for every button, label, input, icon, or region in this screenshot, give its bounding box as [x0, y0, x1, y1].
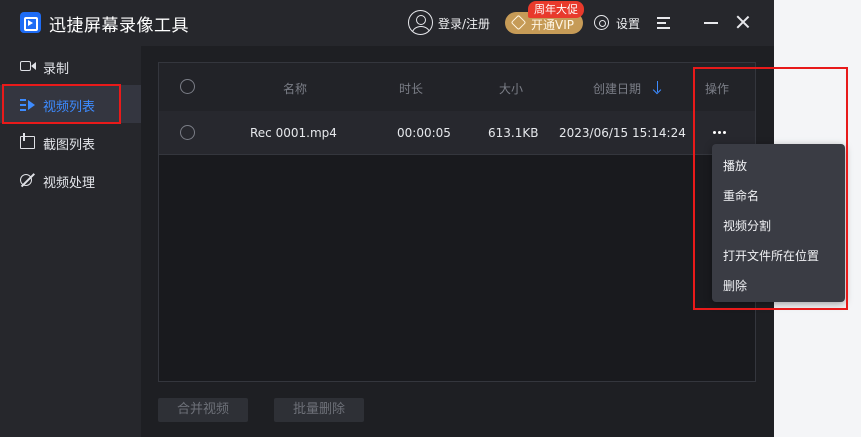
title-bar: 迅捷屏幕录像工具 登录/注册 开通VIP 周年大促 设置 — [0, 0, 774, 46]
select-all-radio[interactable] — [180, 79, 195, 94]
user-icon[interactable] — [408, 10, 433, 35]
table-row[interactable]: Rec 0001.mp4 00:00:05 613.1KB 2023/06/15… — [159, 111, 755, 155]
sidebar: 录制 视频列表 截图列表 视频处理 — [0, 46, 141, 437]
merge-videos-button[interactable]: 合并视频 — [158, 398, 248, 422]
batch-delete-button[interactable]: 批量删除 — [274, 398, 364, 422]
menu-item-rename[interactable]: 重命名 — [723, 187, 759, 204]
sidebar-item-video-process[interactable]: 视频处理 — [0, 161, 141, 199]
cell-name: Rec 0001.mp4 — [250, 126, 337, 140]
video-process-icon — [20, 174, 32, 186]
sidebar-item-label: 视频列表 — [43, 100, 96, 115]
sort-descending-icon[interactable] — [653, 81, 663, 93]
minimize-icon[interactable] — [704, 22, 718, 24]
column-header-name[interactable]: 名称 — [283, 80, 307, 97]
vip-button-label: 开通VIP — [531, 18, 574, 32]
video-list-icon — [20, 98, 35, 111]
menu-item-split-video[interactable]: 视频分割 — [723, 217, 771, 234]
column-header-created[interactable]: 创建日期 — [593, 80, 641, 97]
menu-item-play[interactable]: 播放 — [723, 157, 747, 174]
menu-item-delete[interactable]: 删除 — [723, 277, 747, 294]
more-options-icon[interactable] — [712, 129, 728, 135]
gear-icon[interactable] — [594, 15, 609, 30]
app-logo-icon — [20, 12, 41, 33]
sidebar-item-video-list[interactable]: 视频列表 — [0, 85, 141, 123]
close-icon[interactable] — [736, 15, 750, 29]
cell-created: 2023/06/15 15:14:24 — [559, 126, 686, 140]
promo-badge: 周年大促 — [528, 1, 584, 18]
hamburger-menu-icon[interactable] — [657, 17, 670, 29]
table-header: 名称 时长 大小 创建日期 操作 — [159, 63, 755, 111]
record-icon — [20, 61, 31, 71]
context-menu: 播放 重命名 视频分割 打开文件所在位置 删除 — [712, 144, 845, 302]
login-register-link[interactable]: 登录/注册 — [438, 15, 490, 32]
row-select-radio[interactable] — [180, 125, 195, 140]
sidebar-item-label: 视频处理 — [43, 176, 96, 191]
sidebar-item-label: 录制 — [43, 62, 70, 77]
sidebar-item-screenshot-list[interactable]: 截图列表 — [0, 123, 141, 161]
column-header-duration[interactable]: 时长 — [399, 80, 423, 97]
cell-size: 613.1KB — [488, 126, 539, 140]
column-header-actions: 操作 — [705, 82, 730, 96]
diamond-icon — [510, 14, 527, 31]
video-table: 名称 时长 大小 创建日期 操作 Rec 0001.mp4 00:00:05 6… — [158, 62, 756, 382]
app-window: 迅捷屏幕录像工具 登录/注册 开通VIP 周年大促 设置 录制 视频列表 截图列… — [0, 0, 774, 437]
screenshot-list-icon — [20, 133, 35, 149]
column-header-size[interactable]: 大小 — [499, 80, 523, 97]
sidebar-item-record[interactable]: 录制 — [0, 47, 141, 85]
cell-duration: 00:00:05 — [397, 126, 451, 140]
app-title: 迅捷屏幕录像工具 — [49, 16, 189, 36]
settings-button[interactable]: 设置 — [616, 15, 640, 32]
menu-item-open-file-location[interactable]: 打开文件所在位置 — [723, 247, 819, 264]
sidebar-item-label: 截图列表 — [43, 138, 96, 153]
